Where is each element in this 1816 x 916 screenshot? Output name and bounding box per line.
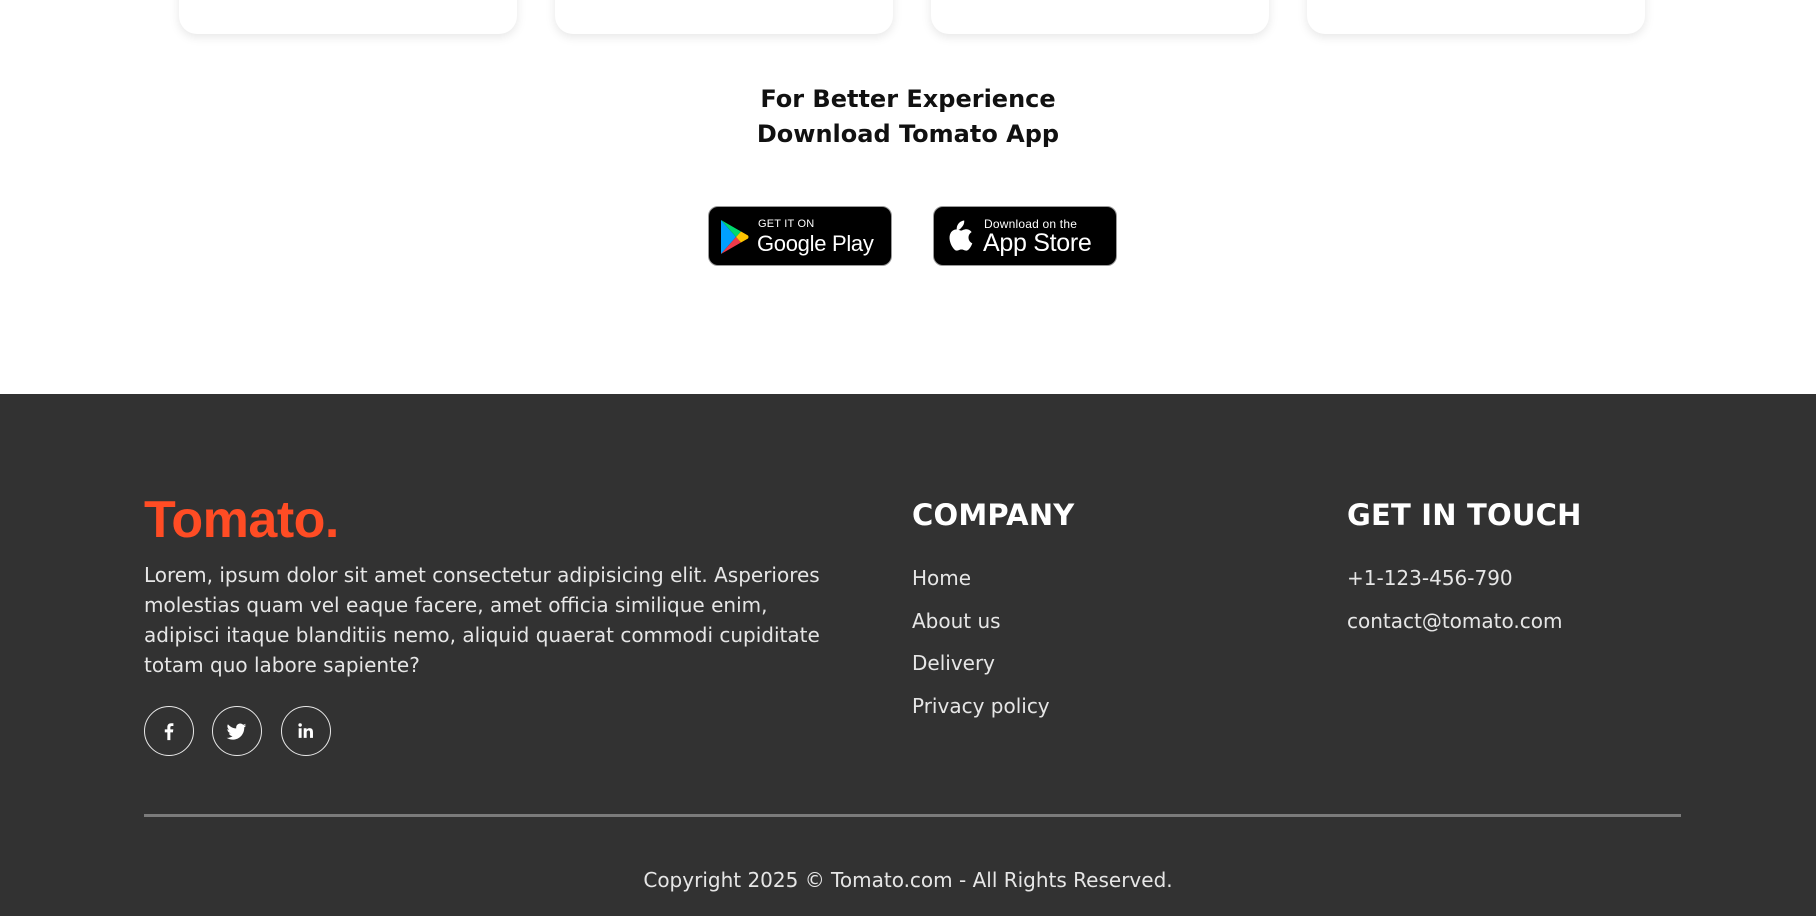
product-card[interactable] [931, 0, 1269, 34]
facebook-icon [164, 723, 174, 741]
company-links: Home About us Delivery Privacy policy [912, 566, 1050, 736]
contact-list: +1-123-456-790 contact@tomato.com [1347, 566, 1562, 651]
contact-phone: +1-123-456-790 [1347, 566, 1513, 590]
product-card[interactable] [179, 0, 517, 34]
page: For Better Experience Download Tomato Ap… [0, 0, 1816, 916]
store-buttons: GET IT ON Google Play Download on the Ap… [0, 206, 1816, 270]
app-download-section: For Better Experience Download Tomato Ap… [0, 82, 1816, 266]
twitter-icon [226, 723, 247, 740]
google-play-icon [721, 220, 749, 254]
footer-logo[interactable]: Tomato. [144, 490, 339, 550]
product-card[interactable] [1307, 0, 1645, 34]
footer-link-privacy[interactable]: Privacy policy [912, 694, 1050, 737]
twitter-link[interactable] [212, 706, 262, 756]
footer-link-home[interactable]: Home [912, 566, 1050, 609]
contact-email[interactable]: contact@tomato.com [1347, 609, 1562, 652]
google-play-small-label: GET IT ON [758, 218, 815, 230]
footer-divider [144, 814, 1681, 817]
linkedin-link[interactable] [281, 706, 331, 756]
facebook-link[interactable] [144, 706, 194, 756]
footer-link-delivery[interactable]: Delivery [912, 651, 1050, 694]
footer-link-about[interactable]: About us [912, 609, 1050, 652]
app-store-button[interactable]: Download on the App Store [933, 206, 1117, 266]
company-heading: COMPANY [912, 498, 1075, 532]
app-store-label: App Store [983, 229, 1092, 257]
google-play-button[interactable]: GET IT ON Google Play [708, 206, 892, 266]
apple-icon [949, 220, 973, 251]
app-download-title: For Better Experience Download Tomato Ap… [756, 85, 1060, 148]
footer: Tomato. Lorem, ipsum dolor sit amet cons… [0, 394, 1816, 916]
contact-heading: GET IN TOUCH [1347, 498, 1582, 532]
google-play-label: Google Play [757, 231, 874, 256]
footer-about-text: Lorem, ipsum dolor sit amet consectetur … [144, 563, 820, 677]
product-cards-row [0, 0, 1816, 40]
copyright-text: Copyright 2025 © Tomato.com - All Rights… [643, 868, 1173, 892]
linkedin-icon [298, 723, 313, 738]
product-card[interactable] [555, 0, 893, 34]
